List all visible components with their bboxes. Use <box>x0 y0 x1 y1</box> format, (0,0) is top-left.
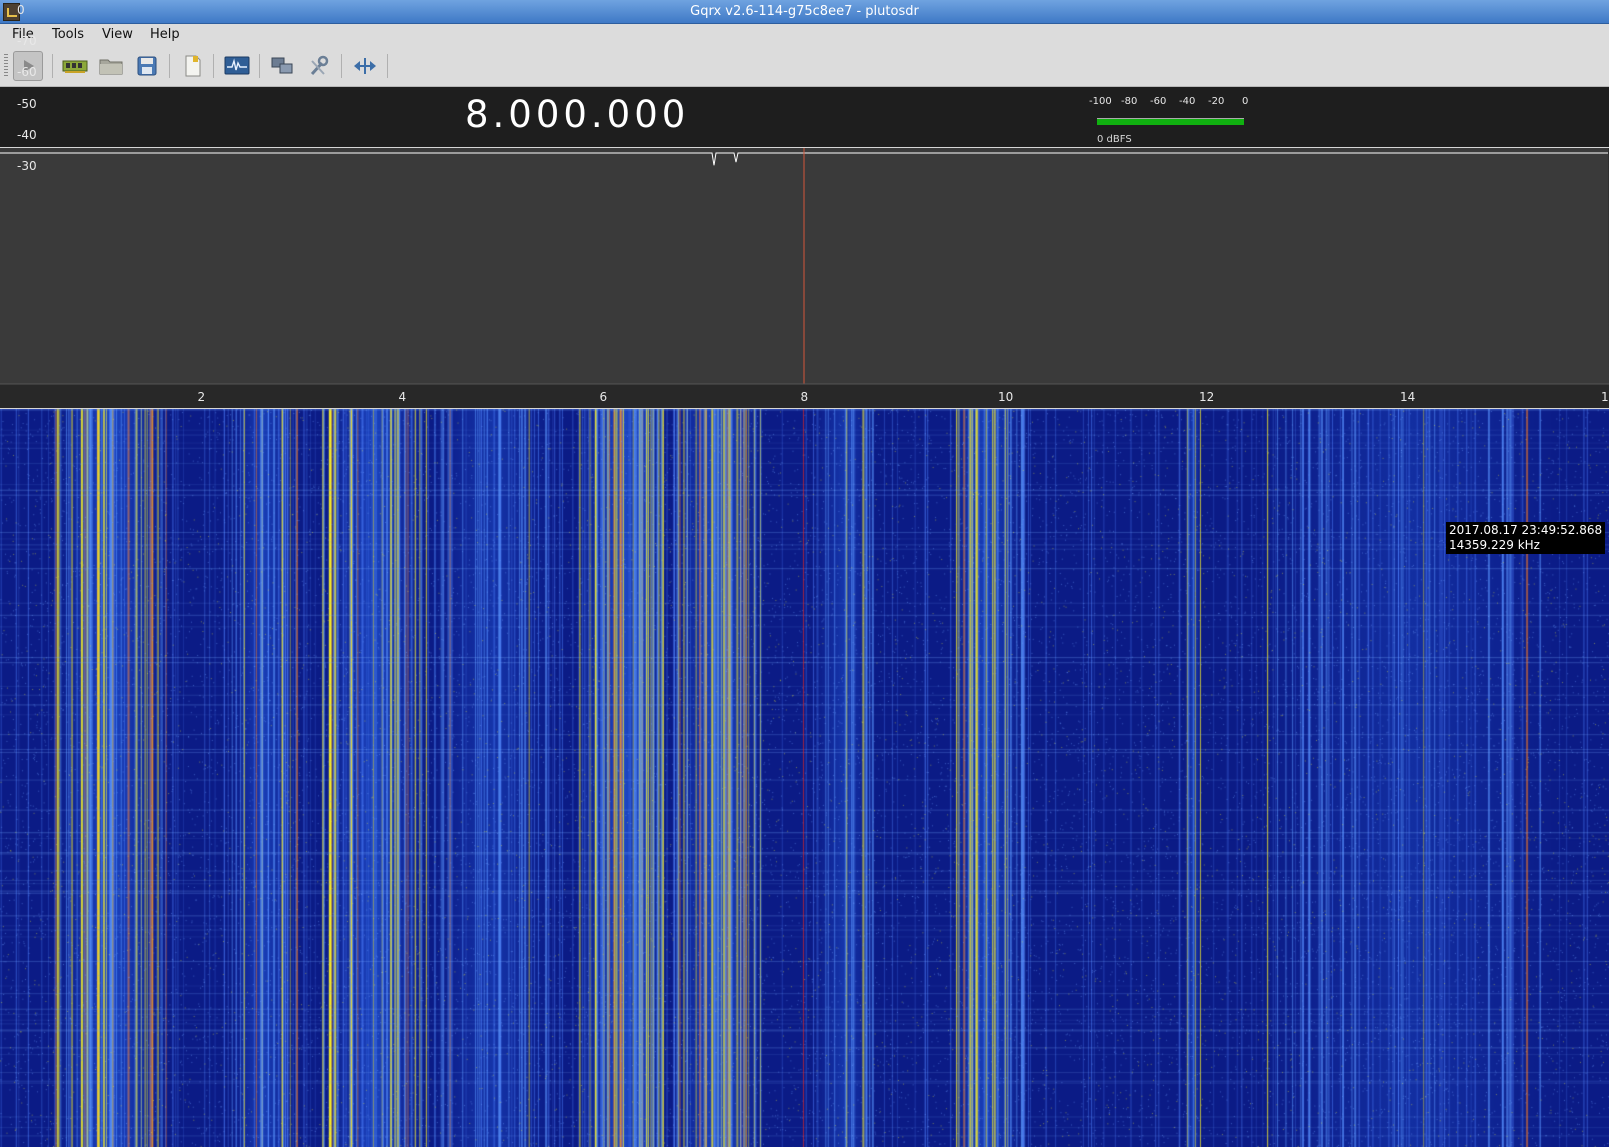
network-button[interactable] <box>268 51 298 81</box>
floppy-icon <box>137 56 157 76</box>
spectrum-canvas <box>0 148 1609 385</box>
save-button[interactable] <box>132 51 162 81</box>
toolbar-separator <box>52 54 53 78</box>
x-tick-label: 4 <box>398 390 407 404</box>
meter-scale-label: -60 <box>1150 96 1167 107</box>
menu-bar: File Tools View Help <box>0 24 1609 46</box>
spectrum-plot[interactable]: -30-40-50-60-700-90 24681012141 <box>0 3 1609 408</box>
menu-tools[interactable]: Tools <box>52 27 84 42</box>
fft-center-button[interactable] <box>350 51 380 81</box>
meter-unit-label: 0 dBFS <box>1097 134 1132 145</box>
wrench-icon <box>310 55 329 76</box>
ram-card-icon <box>62 60 88 73</box>
device-button[interactable] <box>60 51 90 81</box>
y-tick-label: -70 <box>17 34 37 49</box>
x-tick-label: 1 <box>1601 390 1609 404</box>
x-tick-label: 6 <box>599 390 608 404</box>
network-icon <box>271 57 293 74</box>
menu-view[interactable]: View <box>102 27 133 42</box>
x-tick-label: 10 <box>998 390 1014 404</box>
remote-button[interactable] <box>178 51 208 81</box>
x-tick-label: 12 <box>1199 390 1215 404</box>
window-title: Gqrx v2.6-114-g75c8ee7 - plutosdr <box>690 4 919 19</box>
meter-level-bar <box>1097 118 1244 125</box>
x-tick-label: 14 <box>1400 390 1416 404</box>
toolbar-separator <box>341 54 342 78</box>
window-titlebar: Gqrx v2.6-114-g75c8ee7 - plutosdr <box>0 0 1609 24</box>
toolbar-separator <box>387 54 388 78</box>
meter-scale-label: 0 <box>1242 96 1249 107</box>
x-tick-label: 8 <box>800 390 809 404</box>
tooltip-frequency: 14359.229 kHz <box>1449 538 1540 552</box>
center-icon <box>354 58 376 74</box>
waterfall-tooltip: 2017.08.17 23:49:52.868 14359.229 kHz <box>1446 522 1606 554</box>
y-tick-label: -30 <box>17 159 37 173</box>
y-tick-label: 0 <box>17 3 25 17</box>
document-icon <box>185 55 201 77</box>
x-tick-label: 2 <box>197 390 206 404</box>
y-tick-label: -60 <box>17 65 37 80</box>
tooltip-time: 2017.08.17 23:49:52.868 <box>1449 523 1603 537</box>
open-button[interactable] <box>96 51 126 81</box>
waterfall[interactable] <box>0 409 1609 1147</box>
folder-icon <box>99 59 123 75</box>
frequency-display[interactable]: 8.000.000 <box>465 93 689 136</box>
signal-meter: -100 -80 -60 -40 -20 0 0 dBFS <box>1085 96 1255 145</box>
meter-scale-label: -40 <box>1179 96 1196 107</box>
frequency-bar: 8.000.000 -100 -80 -60 -40 -20 0 0 dBFS <box>0 87 1609 147</box>
main-toolbar <box>0 46 1609 87</box>
spectrum-button[interactable] <box>222 51 252 81</box>
toolbar-separator <box>259 54 260 78</box>
meter-scale-label: -80 <box>1121 96 1138 107</box>
waterfall-canvas <box>0 409 1609 1147</box>
y-tick-label: -40 <box>17 127 37 142</box>
meter-scale-label: -100 <box>1089 96 1112 107</box>
toolbar-separator <box>213 54 214 78</box>
meter-scale-label: -20 <box>1208 96 1225 107</box>
toolbar-separator <box>169 54 170 78</box>
y-tick-label: -50 <box>17 96 37 111</box>
settings-button[interactable] <box>304 51 334 81</box>
menu-help[interactable]: Help <box>150 27 180 42</box>
spectrum-icon <box>224 56 250 75</box>
toolbar-grip[interactable] <box>4 54 8 78</box>
